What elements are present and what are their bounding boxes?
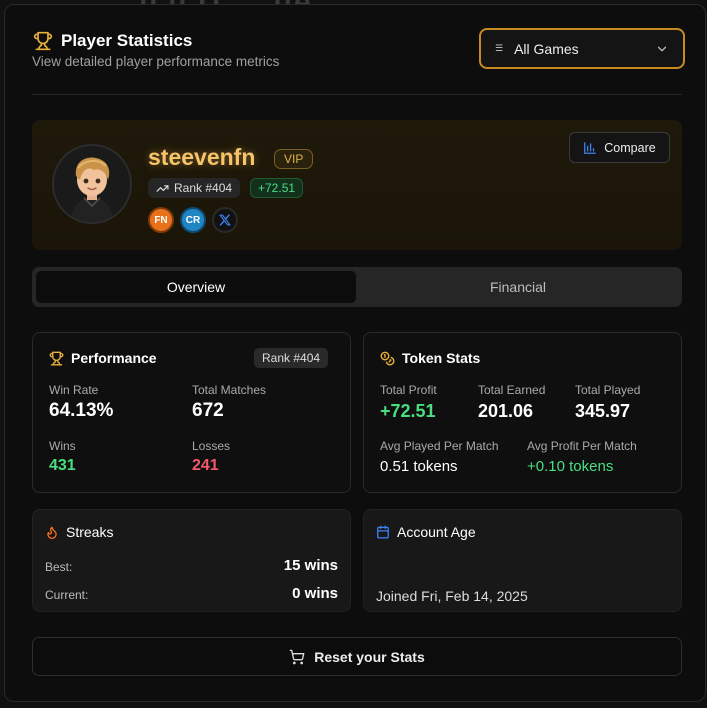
avatar-image	[54, 146, 130, 222]
token-stats-card: Token Stats Total Profit +72.51 Total Ea…	[363, 332, 682, 493]
stats-tabs: Overview Financial	[32, 267, 682, 307]
current-streak-label: Current:	[45, 588, 89, 602]
total-earned-value: 201.06	[478, 401, 534, 421]
trophy-icon	[33, 31, 53, 51]
best-streak-label: Best:	[45, 560, 73, 574]
total-profit-label: Total Profit	[380, 383, 437, 397]
total-played-value: 345.97	[575, 401, 631, 421]
best-streak-value: 15 wins	[283, 557, 338, 574]
wins-value: 431	[49, 457, 76, 474]
losses-label: Losses	[192, 439, 231, 453]
dialog-title: Player Statistics	[61, 31, 193, 50]
rank-pill: Rank #404	[148, 178, 241, 198]
clash-royale-icon[interactable]: CR	[180, 207, 206, 233]
losses-value: 241	[192, 457, 219, 474]
player-avatar	[52, 144, 132, 224]
header-divider	[32, 94, 682, 95]
reset-stats-button[interactable]: Reset your Stats	[32, 637, 682, 676]
performance-title: Performance	[71, 350, 157, 366]
avg-profit-label: Avg Profit Per Match	[527, 439, 637, 453]
tab-financial[interactable]: Financial	[358, 271, 678, 303]
performance-rank-badge: Rank #404	[254, 348, 329, 368]
total-matches-value: 672	[192, 400, 224, 421]
account-age-title: Account Age	[397, 524, 476, 540]
compare-label: Compare	[604, 140, 656, 155]
game-filter-select[interactable]: ☰ All Games	[479, 28, 685, 69]
current-streak-value: 0 wins	[292, 585, 338, 602]
bar-chart-icon	[584, 141, 597, 154]
trending-up-icon	[156, 184, 169, 192]
x-glyph	[219, 214, 231, 226]
flame-icon	[47, 526, 57, 539]
cart-icon	[289, 649, 305, 664]
tab-overview[interactable]: Overview	[36, 271, 356, 303]
win-rate-value: 64.13%	[49, 400, 114, 421]
total-profit-value: +72.51	[380, 401, 436, 421]
game-logo-icon: ☰	[495, 43, 503, 53]
fortnite-icon[interactable]: FN	[148, 207, 174, 233]
account-age-card: Account Age Joined Fri, Feb 14, 2025	[363, 509, 682, 612]
x-logo-icon[interactable]	[212, 207, 238, 233]
streaks-header: Streaks	[45, 524, 113, 540]
wins-label: Wins	[49, 439, 76, 453]
token-stats-header: Token Stats	[380, 350, 480, 366]
account-age-header: Account Age	[376, 524, 476, 540]
game-filter-value: All Games	[514, 40, 579, 57]
token-stats-title: Token Stats	[402, 350, 481, 366]
avg-played-label: Avg Played Per Match	[380, 439, 499, 453]
trophy-icon	[49, 351, 64, 365]
total-matches-label: Total Matches	[192, 383, 267, 397]
player-statistics-dialog: Player Statistics View detailed player p…	[4, 4, 706, 702]
performance-header: Performance	[49, 350, 157, 366]
performance-card: Performance Rank #404 Win Rate 64.13% To…	[32, 332, 351, 493]
streaks-card: Streaks Best: 15 wins Current: 0 wins	[32, 509, 351, 612]
dialog-subtitle: View detailed player performance metrics	[32, 54, 280, 69]
total-earned-label: Total Earned	[478, 383, 546, 397]
vip-badge: VIP	[274, 149, 314, 169]
joined-date: Joined Fri, Feb 14, 2025	[376, 588, 528, 604]
avg-profit-value: +0.10 tokens	[527, 458, 614, 475]
chevron-down-icon	[657, 46, 667, 51]
player-profile-card: steevenfn VIP Rank #404 +72.51 FN CR Com…	[32, 120, 682, 250]
coins-icon	[380, 351, 395, 365]
rank-text: Rank #404	[174, 181, 233, 195]
total-played-label: Total Played	[575, 383, 641, 397]
player-username: steevenfn	[148, 144, 256, 170]
calendar-icon	[377, 525, 389, 539]
dialog-header: Player Statistics	[33, 31, 192, 51]
win-rate-label: Win Rate	[49, 383, 99, 397]
streaks-title: Streaks	[66, 524, 114, 540]
compare-button[interactable]: Compare	[569, 132, 670, 163]
profit-delta-pill: +72.51	[250, 178, 304, 198]
reset-stats-label: Reset your Stats	[314, 648, 425, 665]
avg-played-value: 0.51 tokens	[380, 458, 458, 475]
